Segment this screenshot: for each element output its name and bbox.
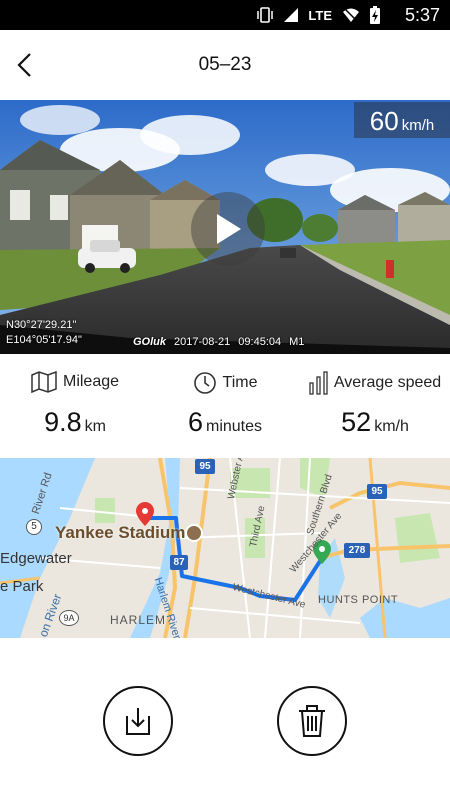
stat-average-speed: Average speed 52 km/h (300, 354, 450, 458)
label-harlem: HARLEM (110, 613, 167, 627)
gps-longitude: E104°05'17.94" (6, 334, 82, 346)
shield-278: 278 (344, 543, 370, 558)
shield-95-top: 95 (195, 459, 215, 474)
speed-label: Average speed (333, 374, 442, 391)
time-value: 6 (187, 407, 203, 437)
mileage-label: Mileage (62, 373, 120, 390)
stat-time: Time 6 minutes (150, 354, 300, 458)
play-button[interactable] (191, 192, 265, 266)
clock-icon (193, 372, 216, 394)
network-type: LTE (308, 7, 332, 23)
map-icon (31, 371, 57, 393)
video-timestamp: GOluk 2017-08-21 09:45:04 M1 (133, 336, 304, 348)
action-bar (0, 638, 450, 800)
vibrate-icon (256, 7, 274, 23)
speed-badge: 60 km/h (354, 102, 450, 138)
label-hunts-point: HUNTS POINT (318, 594, 399, 606)
video-player[interactable]: 60 km/h N30°27'29.21" E104°05'17.94" GOl… (0, 100, 450, 354)
speed-value: 52 (341, 407, 372, 437)
speed-badge-value: 60 (369, 106, 399, 136)
time-label: Time (222, 374, 258, 391)
label-yankee-stadium: Yankee Stadium (55, 523, 186, 542)
cell-signal-icon (284, 8, 299, 22)
label-park: e Park (0, 578, 44, 595)
route-map[interactable]: 95 95 87 278 5 9A Yankee Stadium Edgewat… (0, 458, 450, 638)
status-bar: LTE 5:37 (0, 0, 450, 30)
status-time: 5:37 (404, 5, 440, 25)
speed-unit: km/h (374, 418, 409, 435)
speed-badge-unit: km/h (401, 117, 435, 134)
gps-latitude: N30°27'29.21" (6, 319, 77, 331)
stamp-date: 2017-08-21 (174, 336, 231, 348)
shield-95-right: 95 (367, 484, 387, 499)
play-icon (217, 214, 241, 244)
stamp-time: 09:45:04 (238, 336, 282, 348)
shield-5: 5 (26, 519, 42, 535)
shield-87: 87 (170, 555, 188, 570)
trash-icon (299, 705, 325, 737)
status-icons: LTE (256, 6, 380, 24)
battery-charging-icon (370, 6, 380, 24)
trip-stats: Mileage 9.8 km Time 6 minutes Average spee… (0, 354, 450, 458)
mileage-value: 9.8 (44, 407, 82, 437)
delete-button[interactable] (277, 686, 347, 756)
gps-coordinates: N30°27'29.21" E104°05'17.94" (6, 318, 82, 348)
stamp-mode: M1 (289, 336, 305, 348)
stadium-icon (185, 524, 203, 542)
download-icon (126, 708, 150, 735)
download-button[interactable] (103, 686, 173, 756)
wifi-off-icon (342, 8, 360, 22)
time-unit: minutes (206, 418, 263, 435)
label-edgewater: Edgewater (0, 550, 72, 567)
stat-mileage: Mileage 9.8 km (0, 354, 150, 458)
shield-9a: 9A (59, 610, 79, 626)
brand-watermark: GOluk (133, 336, 167, 348)
header: 05–23 (0, 30, 450, 100)
mileage-unit: km (84, 418, 106, 435)
page-title: 05–23 (198, 54, 252, 75)
bars-icon (309, 371, 328, 395)
